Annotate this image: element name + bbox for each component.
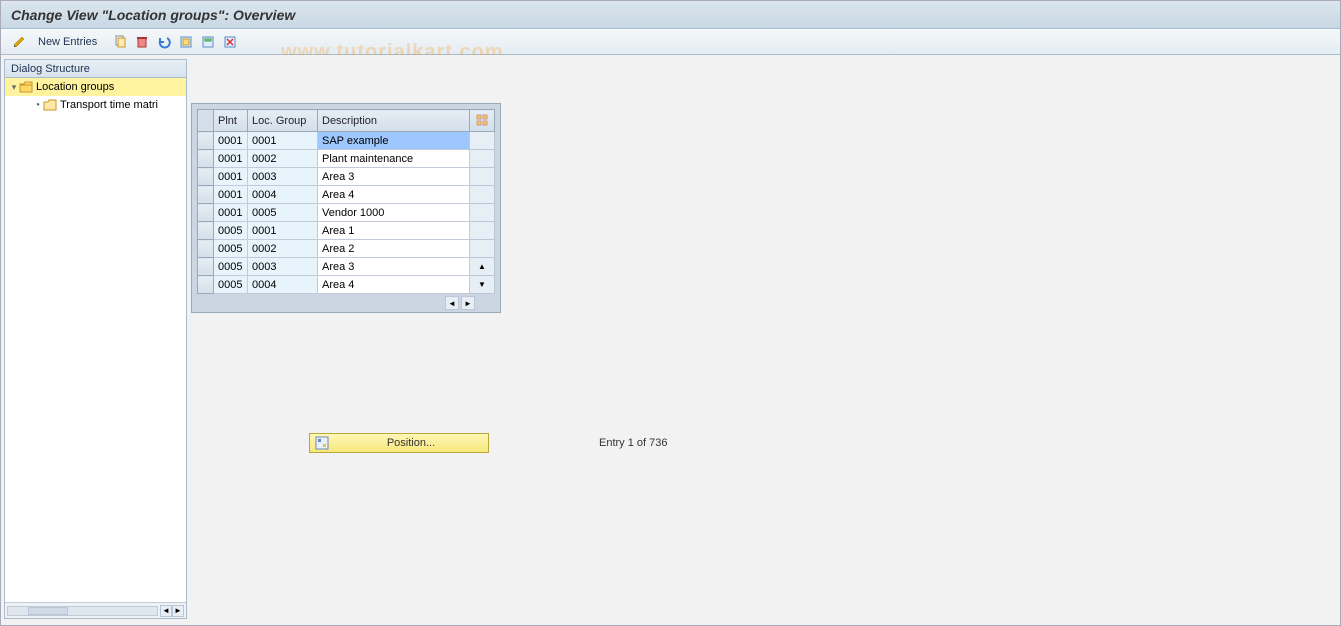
scroll-gutter [470,204,495,222]
cell-plnt[interactable]: 0005 [214,258,248,276]
column-header-locgroup[interactable]: Loc. Group [248,110,318,132]
scroll-left-icon[interactable]: ◄ [445,296,459,310]
copy-icon[interactable] [110,32,130,52]
toolbar: New Entries [1,29,1340,55]
footer-controls: Position... Entry 1 of 736 [309,433,668,453]
table-row[interactable]: 0001 0004 Area 4 [198,186,495,204]
row-selector[interactable] [198,222,214,240]
position-icon [314,435,330,451]
row-selector[interactable] [198,186,214,204]
folder-open-icon [19,81,33,93]
folder-closed-icon [43,99,57,111]
location-groups-table: Plnt Loc. Group Description 0001 [191,103,501,313]
cell-locgroup[interactable]: 0005 [248,204,318,222]
column-header-plnt[interactable]: Plnt [214,110,248,132]
delete-icon[interactable] [132,32,152,52]
cell-description[interactable]: Plant maintenance [318,150,470,168]
entry-status: Entry 1 of 736 [599,437,668,449]
cell-description[interactable]: Area 4 [318,186,470,204]
cell-locgroup[interactable]: 0004 [248,186,318,204]
table-row[interactable]: 0005 0004 Area 4 ▼ [198,276,495,294]
cell-plnt[interactable]: 0001 [214,150,248,168]
content-area: Dialog Structure ▾ Location groups ● Tra… [1,55,1340,625]
cell-locgroup[interactable]: 0003 [248,258,318,276]
table-body: 0001 0001 SAP example 0001 0002 Plant ma… [198,132,495,294]
window-title: Change View "Location groups": Overview [1,1,1340,29]
scroll-gutter [470,150,495,168]
table-row[interactable]: 0001 0002 Plant maintenance [198,150,495,168]
row-selector[interactable] [198,240,214,258]
cell-locgroup[interactable]: 0001 [248,132,318,150]
tree-item-label: Location groups [36,81,114,93]
row-selector[interactable] [198,150,214,168]
cell-description[interactable]: Area 3 [318,168,470,186]
cell-description[interactable]: Vendor 1000 [318,204,470,222]
cell-description[interactable]: SAP example [318,132,470,150]
cell-locgroup[interactable]: 0002 [248,240,318,258]
scroll-thumb[interactable] [28,607,68,615]
table-settings-icon[interactable] [474,112,490,128]
scroll-up-icon[interactable]: ▲ [470,258,495,276]
toggle-edit-icon[interactable] [9,32,29,52]
bullet-icon: ● [33,102,43,108]
scroll-gutter [470,132,495,150]
sidebar-header: Dialog Structure [5,60,186,78]
deselect-all-icon[interactable] [220,32,240,52]
cell-description[interactable]: Area 3 [318,258,470,276]
row-selector[interactable] [198,168,214,186]
collapse-icon[interactable]: ▾ [9,82,19,93]
tree-item-label: Transport time matri [60,99,158,111]
cell-locgroup[interactable]: 0002 [248,150,318,168]
scroll-gutter [470,186,495,204]
scroll-gutter [470,240,495,258]
scroll-right-icon[interactable]: ► [172,605,184,617]
dialog-structure-panel: Dialog Structure ▾ Location groups ● Tra… [4,59,187,619]
grid: Plnt Loc. Group Description 0001 [197,109,495,294]
cell-plnt[interactable]: 0005 [214,240,248,258]
cell-plnt[interactable]: 0001 [214,186,248,204]
undo-icon[interactable] [154,32,174,52]
cell-locgroup[interactable]: 0004 [248,276,318,294]
cell-description[interactable]: Area 2 [318,240,470,258]
table-horizontal-scrollbar[interactable]: ◄ ► [197,294,495,312]
select-all-icon[interactable] [176,32,196,52]
cell-locgroup[interactable]: 0003 [248,168,318,186]
scroll-track[interactable] [7,606,158,616]
cell-description[interactable]: Area 4 [318,276,470,294]
cell-plnt[interactable]: 0005 [214,222,248,240]
position-label: Position... [334,437,488,449]
row-selector[interactable] [198,276,214,294]
sidebar-horizontal-scrollbar[interactable]: ◄ ► [5,602,186,618]
table-row[interactable]: 0005 0003 Area 3 ▲ [198,258,495,276]
cell-description[interactable]: Area 1 [318,222,470,240]
scroll-gutter [470,222,495,240]
scroll-left-icon[interactable]: ◄ [160,605,172,617]
row-selector[interactable] [198,132,214,150]
cell-plnt[interactable]: 0001 [214,132,248,150]
table-config-header[interactable] [470,110,495,132]
scroll-right-icon[interactable]: ► [461,296,475,310]
cell-plnt[interactable]: 0005 [214,276,248,294]
row-selector-header[interactable] [198,110,214,132]
scroll-down-icon[interactable]: ▼ [470,276,495,294]
main-area: Plnt Loc. Group Description 0001 [187,55,1340,625]
new-entries-button[interactable]: New Entries [31,32,104,52]
select-block-icon[interactable] [198,32,218,52]
column-header-description[interactable]: Description [318,110,470,132]
row-selector[interactable] [198,204,214,222]
scroll-gutter [470,168,495,186]
tree-item-location-groups[interactable]: ▾ Location groups [5,78,186,96]
table-row[interactable]: 0001 0003 Area 3 [198,168,495,186]
table-row[interactable]: 0001 0001 SAP example [198,132,495,150]
table-row[interactable]: 0001 0005 Vendor 1000 [198,204,495,222]
cell-plnt[interactable]: 0001 [214,168,248,186]
table-row[interactable]: 0005 0001 Area 1 [198,222,495,240]
position-button[interactable]: Position... [309,433,489,453]
tree-item-transport-time-matrix[interactable]: ● Transport time matri [5,96,186,114]
cell-plnt[interactable]: 0001 [214,204,248,222]
cell-locgroup[interactable]: 0001 [248,222,318,240]
tree: ▾ Location groups ● Transport time matri [5,78,186,602]
table-row[interactable]: 0005 0002 Area 2 [198,240,495,258]
row-selector[interactable] [198,258,214,276]
